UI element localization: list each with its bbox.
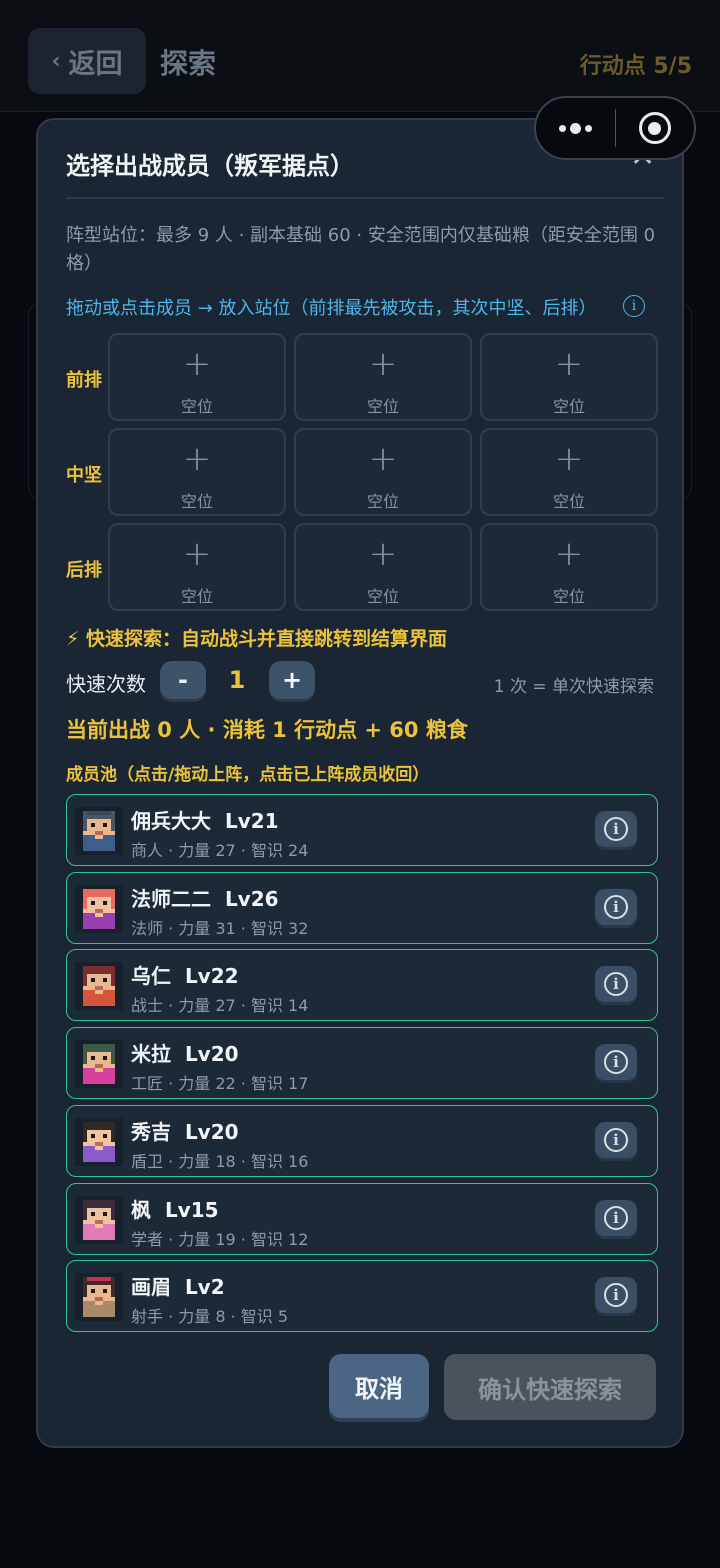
avatar (75, 1118, 123, 1166)
plus-icon: + (554, 534, 584, 574)
decrement-button[interactable]: - (160, 661, 206, 699)
avatar (75, 1040, 123, 1088)
quick-count-note: 1 次 = 单次快速探索 (493, 677, 654, 697)
info-icon: i (604, 817, 628, 841)
row-label-back: 后排 (66, 560, 102, 581)
slot-back-3[interactable]: + 空位 (480, 523, 658, 611)
member-row[interactable]: 画眉 Lv2 射手 · 力量 8 · 智识 5 i (66, 1260, 658, 1332)
plus-icon: + (368, 534, 398, 574)
member-level: Lv26 (224, 887, 279, 911)
member-row[interactable]: 法师二二 Lv26 法师 · 力量 31 · 智识 32 i (66, 872, 658, 944)
info-icon: i (604, 1128, 628, 1152)
plus-icon: + (182, 534, 212, 574)
plus-icon: + (368, 439, 398, 479)
member-info-button[interactable]: i (595, 1122, 637, 1158)
slot-front-2[interactable]: + 空位 (294, 333, 472, 421)
member-level: Lv22 (184, 964, 239, 988)
more-icon[interactable] (536, 122, 615, 134)
info-icon: i (604, 1283, 628, 1307)
plus-icon: + (554, 344, 584, 384)
slot-back-2[interactable]: + 空位 (294, 523, 472, 611)
info-icon[interactable]: i (623, 295, 645, 317)
member-level: Lv20 (184, 1120, 239, 1144)
member-row[interactable]: 秀吉 Lv20 盾卫 · 力量 18 · 智识 16 i (66, 1105, 658, 1177)
cancel-button[interactable]: 取消 (329, 1354, 429, 1418)
member-name: 乌仁 Lv22 (131, 964, 239, 988)
member-name: 法师二二 Lv26 (131, 887, 279, 911)
back-label: 返回 (68, 48, 123, 80)
slot-back-1[interactable]: + 空位 (108, 523, 286, 611)
info-icon: i (604, 972, 628, 996)
member-stats: 盾卫 · 力量 18 · 智识 16 (131, 1152, 309, 1171)
increment-button[interactable]: + (269, 661, 315, 699)
member-name: 枫 Lv15 (131, 1198, 219, 1222)
slot-middle-2[interactable]: + 空位 (294, 428, 472, 516)
slot-middle-3[interactable]: + 空位 (480, 428, 658, 516)
info-icon: i (604, 1206, 628, 1230)
member-stats: 战士 · 力量 27 · 智识 14 (131, 996, 309, 1015)
slot-front-3[interactable]: + 空位 (480, 333, 658, 421)
member-stats: 法师 · 力量 31 · 智识 32 (131, 919, 309, 938)
member-name: 画眉 Lv2 (131, 1275, 225, 1299)
member-stats: 射手 · 力量 8 · 智识 5 (131, 1307, 289, 1326)
page-title: 探索 (160, 47, 217, 80)
cost-summary: 当前出战 0 人 · 消耗 1 行动点 + 60 粮食 (66, 718, 468, 742)
avatar (75, 962, 123, 1010)
member-info-button[interactable]: i (595, 1044, 637, 1080)
member-level: Lv21 (224, 809, 279, 833)
slot-middle-1[interactable]: + 空位 (108, 428, 286, 516)
member-name: 秀吉 Lv20 (131, 1120, 239, 1144)
confirm-quick-explore-button[interactable]: 确认快速探索 (444, 1354, 656, 1420)
action-points: 行动点 5/5 (579, 54, 692, 79)
chevron-left-icon: ‹ (51, 48, 61, 74)
miniprogram-capsule (534, 96, 696, 160)
plus-icon: + (368, 344, 398, 384)
back-button[interactable]: ‹ 返回 (28, 28, 146, 94)
member-row[interactable]: 佣兵大大 Lv21 商人 · 力量 27 · 智识 24 i (66, 794, 658, 866)
member-pool-title: 成员池（点击/拖动上阵，点击已上阵成员收回） (66, 765, 430, 785)
member-info-button[interactable]: i (595, 1200, 637, 1236)
row-label-front: 前排 (66, 370, 102, 391)
quick-explore-title: ⚡ 快速探索：自动战斗并直接跳转到结算界面 (66, 628, 447, 650)
row-label-middle: 中坚 (66, 465, 102, 486)
member-stats: 工匠 · 力量 22 · 智识 17 (131, 1074, 309, 1093)
member-select-modal: 选择出战成员（叛军据点） ✕ 阵型站位：最多 9 人 · 副本基础 60 · 安… (36, 118, 684, 1448)
info-icon: i (604, 895, 628, 919)
plus-icon: + (554, 439, 584, 479)
plus-icon: + (182, 439, 212, 479)
member-row[interactable]: 乌仁 Lv22 战士 · 力量 27 · 智识 14 i (66, 949, 658, 1021)
drag-hint: 拖动或点击成员 → 放入站位（前排最先被攻击，其次中坚、后排） (66, 298, 597, 319)
divider (66, 197, 664, 199)
plus-icon: + (182, 344, 212, 384)
member-stats: 学者 · 力量 19 · 智识 12 (131, 1230, 309, 1249)
avatar (75, 807, 123, 855)
avatar (75, 1273, 123, 1321)
member-level: Lv15 (164, 1198, 219, 1222)
modal-title: 选择出战成员（叛军据点） (66, 152, 354, 180)
formation-description: 阵型站位：最多 9 人 · 副本基础 60 · 安全范围内仅基础粮（距安全范围 … (66, 225, 656, 274)
member-info-button[interactable]: i (595, 966, 637, 1002)
avatar (75, 885, 123, 933)
slot-front-1[interactable]: + 空位 (108, 333, 286, 421)
member-level: Lv20 (184, 1042, 239, 1066)
close-miniprogram-icon[interactable] (616, 112, 695, 144)
member-info-button[interactable]: i (595, 811, 637, 847)
member-stats: 商人 · 力量 27 · 智识 24 (131, 841, 309, 860)
member-info-button[interactable]: i (595, 1277, 637, 1313)
member-row[interactable]: 米拉 Lv20 工匠 · 力量 22 · 智识 17 i (66, 1027, 658, 1099)
member-name: 佣兵大大 Lv21 (131, 809, 279, 833)
member-row[interactable]: 枫 Lv15 学者 · 力量 19 · 智识 12 i (66, 1183, 658, 1255)
quick-count-value: 1 (228, 666, 246, 694)
member-info-button[interactable]: i (595, 889, 637, 925)
member-level: Lv2 (184, 1275, 225, 1299)
quick-count-label: 快速次数 (66, 672, 146, 696)
info-icon: i (604, 1050, 628, 1074)
member-name: 米拉 Lv20 (131, 1042, 239, 1066)
avatar (75, 1196, 123, 1244)
